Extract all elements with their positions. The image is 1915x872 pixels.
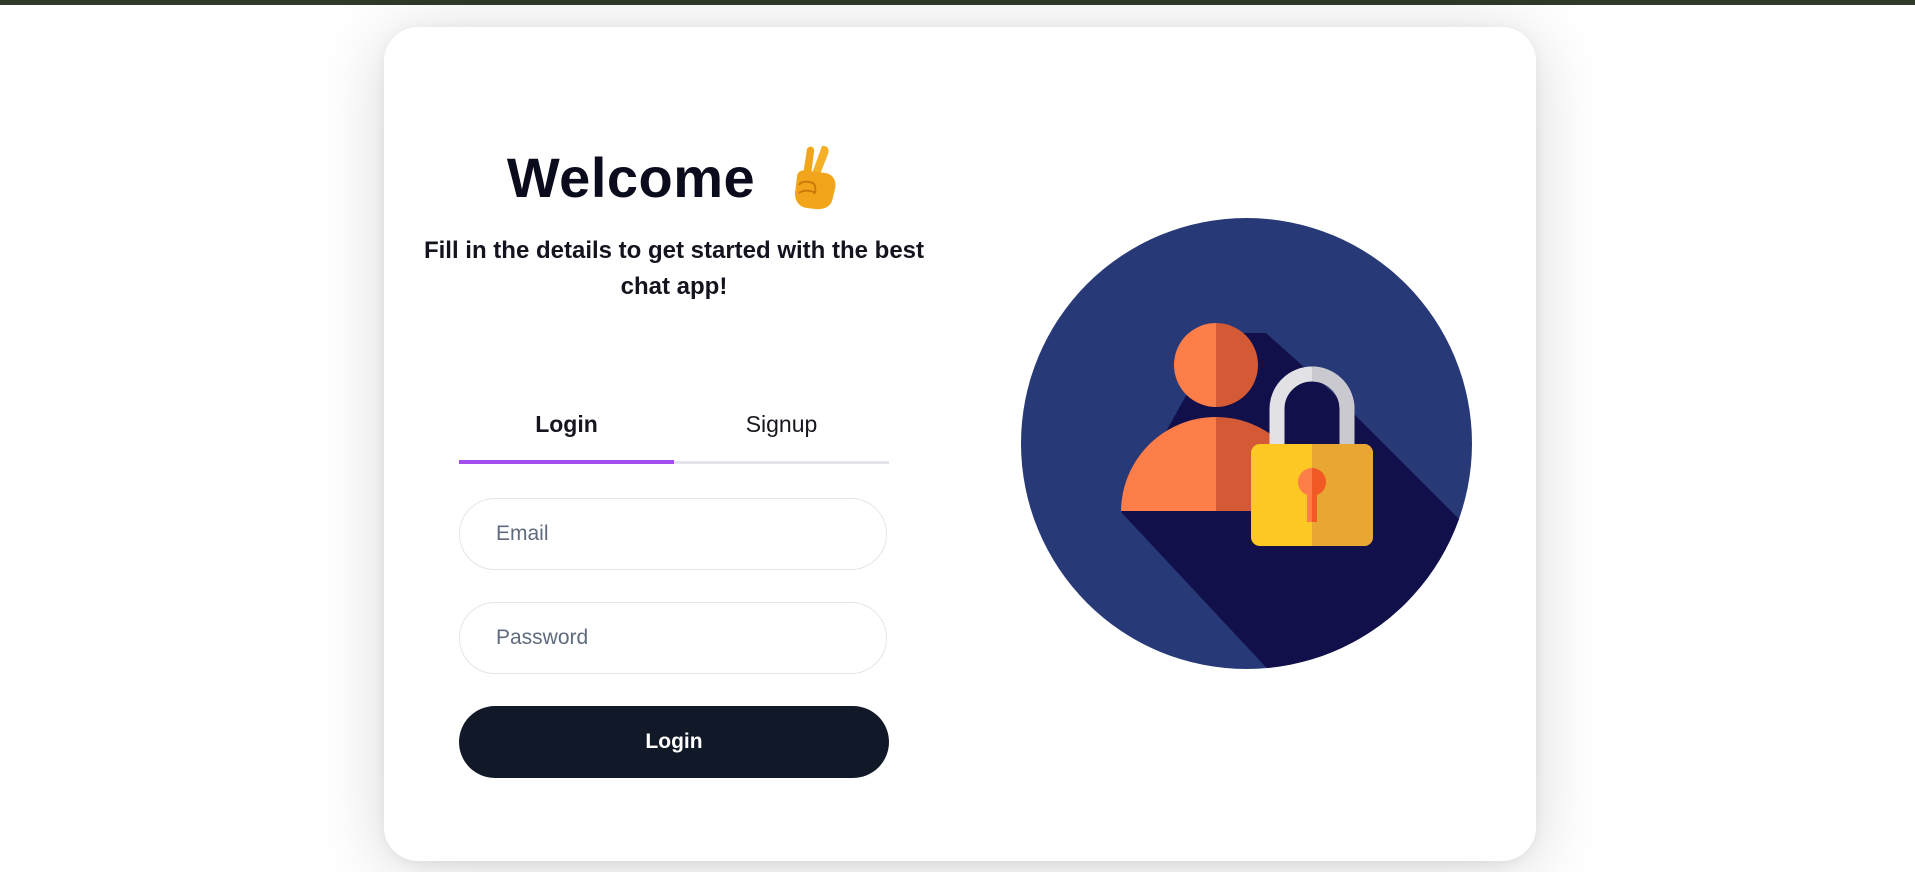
login-panel: Welcome Fill in the details to get start… [384, 27, 964, 861]
email-input[interactable] [459, 498, 887, 570]
welcome-title: Welcome [506, 145, 756, 209]
login-button[interactable]: Login [459, 706, 889, 778]
tab-signup[interactable]: Signup [674, 387, 889, 461]
top-bar [0, 0, 1915, 5]
welcome-heading: Welcome [384, 137, 964, 217]
login-card: Welcome Fill in the details to get start… [384, 27, 1536, 861]
subtitle: Fill in the details to get started with … [423, 237, 925, 300]
active-tab-indicator [459, 460, 674, 464]
tab-login[interactable]: Login [459, 387, 674, 461]
auth-tabs: Login Signup [459, 387, 889, 465]
victory-hand-icon [785, 143, 841, 211]
user-lock-icon [1021, 218, 1472, 669]
password-input[interactable] [459, 602, 887, 674]
